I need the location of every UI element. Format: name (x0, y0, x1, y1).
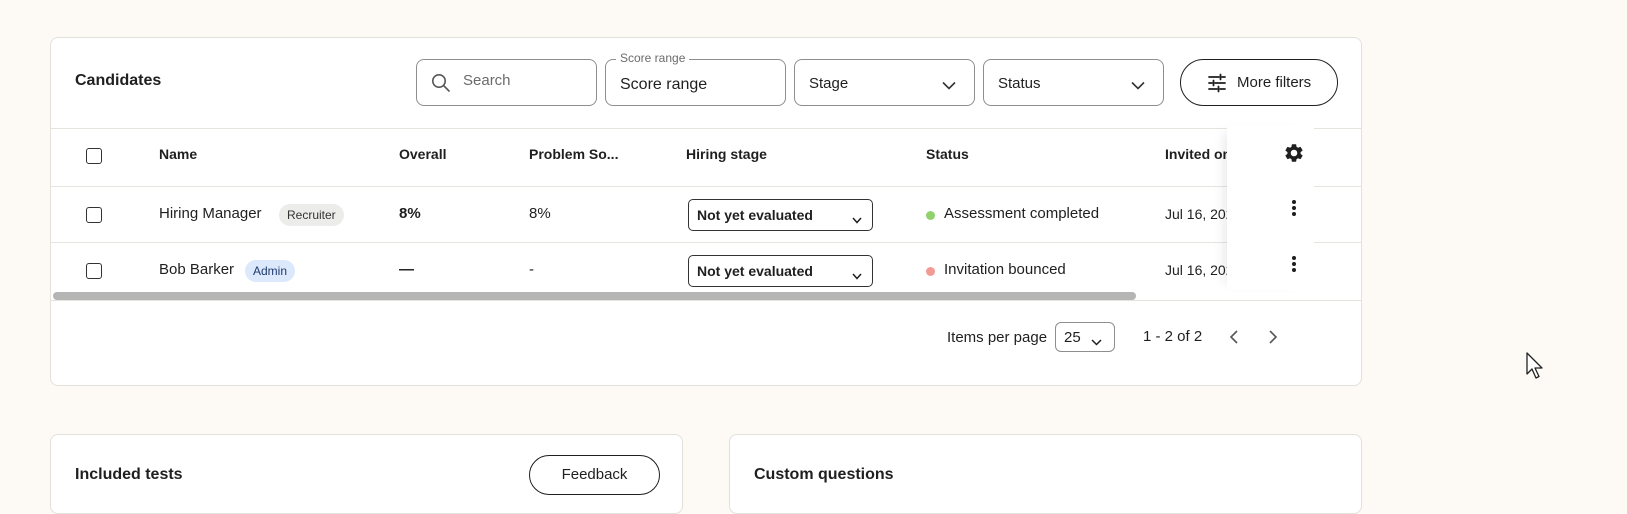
search-icon (431, 73, 451, 98)
chevron-left-icon[interactable] (1229, 330, 1239, 349)
stage-filter-value: Stage (809, 75, 849, 92)
column-header-invited-on[interactable]: Invited on (1165, 146, 1231, 162)
mouse-cursor-icon (1526, 352, 1546, 385)
more-filters-button[interactable]: More filters (1180, 59, 1338, 106)
hiring-stage-value: Not yet evaluated (697, 263, 813, 279)
candidate-name[interactable]: Hiring Manager (159, 205, 262, 222)
chevron-down-icon (852, 211, 862, 229)
pagination-range: 1 - 2 of 2 (1143, 328, 1203, 345)
candidates-title: Candidates (75, 72, 162, 89)
problem-solving-score: - (529, 261, 534, 278)
row-actions-menu[interactable] (1284, 254, 1304, 274)
role-badge: Admin (245, 260, 296, 282)
included-tests-title: Included tests (75, 466, 183, 483)
candidate-name[interactable]: Bob Barker (159, 261, 234, 278)
status-text: Assessment completed (944, 205, 1100, 222)
hiring-stage-select[interactable]: Not yet evaluated (688, 199, 873, 231)
divider (51, 186, 1361, 187)
select-all-checkbox[interactable] (86, 148, 102, 164)
more-filters-label: More filters (1237, 74, 1312, 91)
search-field[interactable] (416, 59, 597, 106)
feedback-button[interactable]: Feedback (529, 455, 660, 495)
status-text: Invitation bounced (944, 261, 1066, 278)
gear-icon[interactable] (1283, 142, 1305, 169)
row-checkbox[interactable] (86, 263, 102, 279)
chevron-right-icon[interactable] (1268, 330, 1278, 349)
divider (51, 128, 1361, 129)
stage-filter-select[interactable]: Stage (794, 59, 975, 106)
score-range-legend: Score range (616, 51, 690, 65)
divider (51, 300, 1361, 301)
row-checkbox[interactable] (86, 207, 102, 223)
column-header-hiring-stage[interactable]: Hiring stage (686, 146, 767, 162)
role-badge: Recruiter (279, 204, 344, 226)
chevron-down-icon (1131, 77, 1145, 95)
candidates-card: Candidates Score range Score range Stage… (50, 37, 1362, 386)
status-filter-select[interactable]: Status (983, 59, 1164, 106)
problem-solving-score: 8% (529, 205, 551, 222)
status-filter-value: Status (998, 75, 1041, 92)
chevron-down-icon (852, 267, 862, 285)
sliders-icon (1207, 73, 1227, 98)
hiring-stage-value: Not yet evaluated (697, 207, 813, 223)
column-header-name[interactable]: Name (159, 146, 197, 162)
column-header-problem-solving[interactable]: Problem So... (529, 146, 618, 162)
row-actions-menu[interactable] (1284, 198, 1304, 218)
status-dot (926, 211, 935, 220)
chevron-down-icon (1091, 333, 1102, 351)
overall-score: 8% (399, 205, 421, 222)
horizontal-scrollbar[interactable] (53, 292, 1136, 300)
column-header-overall[interactable]: Overall (399, 146, 446, 162)
column-header-status[interactable]: Status (926, 146, 969, 162)
status-dot (926, 267, 935, 276)
chevron-down-icon (942, 77, 956, 95)
score-range-value: Score range (620, 76, 708, 93)
custom-questions-title: Custom questions (754, 466, 894, 483)
custom-questions-card: Custom questions (729, 434, 1362, 514)
items-per-page-label: Items per page (947, 329, 1048, 346)
score-range-field[interactable]: Score range Score range (605, 51, 786, 106)
hiring-stage-select[interactable]: Not yet evaluated (688, 255, 873, 287)
included-tests-card: Included tests Feedback (50, 434, 683, 514)
search-input[interactable] (463, 72, 583, 89)
items-per-page-select[interactable]: 25 (1055, 322, 1115, 352)
items-per-page-value: 25 (1064, 329, 1081, 346)
overall-score: — (399, 261, 414, 278)
divider (51, 242, 1361, 243)
